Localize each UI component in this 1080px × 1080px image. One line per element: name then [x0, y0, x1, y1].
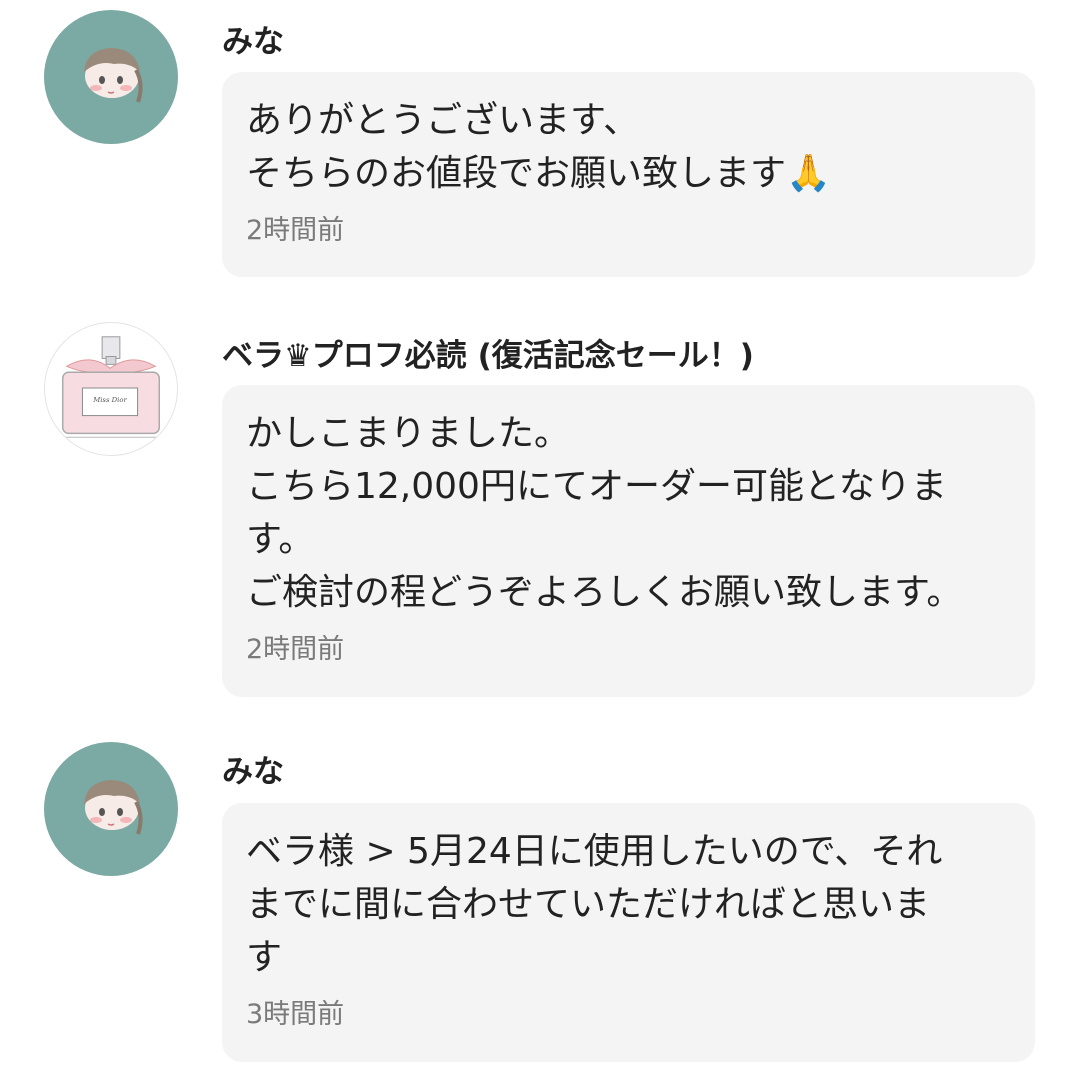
- comment-bubble: ありがとうございます、 そちらのお値段でお願い致します🙏 2時間前: [222, 72, 1035, 277]
- anime-girl-avatar-icon: [84, 48, 143, 103]
- perfume-bottle-avatar-icon: Miss Dior: [58, 336, 164, 438]
- comment-line: までに間に合わせていただければと思いま: [246, 884, 931, 925]
- comment-line: ありがとうございます、: [246, 100, 640, 141]
- svg-text:Miss Dior: Miss Dior: [92, 396, 127, 404]
- comment-line: そちらのお値段でお願い致します🙏: [246, 147, 1011, 200]
- comment-line: す。: [246, 519, 315, 560]
- user-avatar[interactable]: [44, 742, 178, 876]
- comment-line: す: [246, 937, 283, 978]
- comment-feed: みな ありがとうございます、 そちらのお値段でお願い致します🙏 2時間前 Mis…: [0, 0, 1080, 1080]
- comment-author[interactable]: ベラ♛プロフ必読 (復活記念セール！): [222, 330, 754, 375]
- comment-line: ご検討の程どうぞよろしくお願い致します。: [246, 572, 963, 613]
- comment-text: ありがとうございます、 そちらのお値段でお願い致します🙏: [246, 94, 1011, 200]
- comment-timestamp: 2時間前: [246, 634, 345, 665]
- comment-line: こちら12,000円にてオーダー可能となりま: [246, 466, 947, 507]
- comment-line: ベラ様 > 5月24日に使用したいので、それ: [246, 831, 943, 872]
- user-avatar[interactable]: [44, 10, 178, 144]
- comment-author[interactable]: みな: [222, 16, 284, 61]
- anime-girl-avatar-icon: [84, 780, 143, 835]
- comment-timestamp: 3時間前: [246, 999, 345, 1030]
- comment-timestamp: 2時間前: [246, 215, 345, 246]
- comment-line: かしこまりました。: [246, 413, 571, 454]
- comment-author[interactable]: みな: [222, 746, 284, 791]
- praying-hands-icon: 🙏: [786, 153, 831, 194]
- comment-text: ベラ様 > 5月24日に使用したいので、それ までに間に合わせていただければと思…: [246, 825, 1011, 984]
- comment-line-text: そちらのお値段でお願い致します: [246, 153, 787, 194]
- comment-bubble: ベラ様 > 5月24日に使用したいので、それ までに間に合わせていただければと思…: [222, 803, 1035, 1062]
- comment-text: かしこまりました。 こちら12,000円にてオーダー可能となりま す。 ご検討の…: [246, 407, 1011, 619]
- comment-bubble: かしこまりました。 こちら12,000円にてオーダー可能となりま す。 ご検討の…: [222, 385, 1035, 697]
- seller-avatar[interactable]: Miss Dior: [44, 322, 178, 456]
